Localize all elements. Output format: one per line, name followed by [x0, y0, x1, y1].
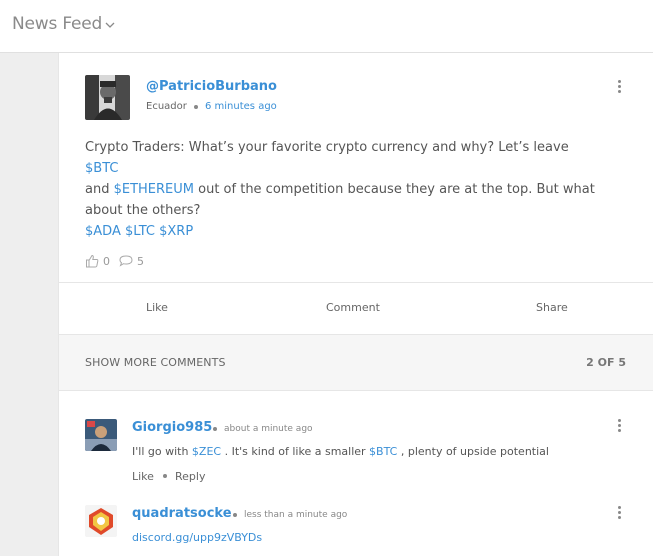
- comment-text-part: , plenty of upside potential: [397, 445, 549, 458]
- comments-shown-count: 2 OF 5: [586, 356, 626, 369]
- comment-text-part: I'll go with: [132, 445, 192, 458]
- like-button[interactable]: Like: [146, 301, 168, 314]
- share-button[interactable]: Share: [536, 301, 568, 314]
- avatar[interactable]: [85, 75, 130, 120]
- divider: [59, 282, 653, 283]
- chevron-down-icon[interactable]: [104, 19, 116, 31]
- comment-text-part: . It's kind of like a smaller: [221, 445, 370, 458]
- comment-time: about a minute ago: [224, 424, 313, 434]
- post-author-handle[interactable]: @PatricioBurbano: [146, 79, 277, 94]
- post-text-part: and: [85, 182, 114, 197]
- avatar[interactable]: [85, 419, 117, 451]
- comment-button[interactable]: Comment: [326, 301, 380, 314]
- post-text: Crypto Traders: What’s your favorite cry…: [85, 137, 605, 242]
- show-more-comments-bar: SHOW MORE COMMENTS 2 OF 5: [59, 335, 653, 390]
- comment-text: I'll go with $ZEC . It's kind of like a …: [132, 445, 549, 458]
- feed-title[interactable]: News Feed: [12, 14, 102, 34]
- comment-icon[interactable]: [119, 254, 133, 268]
- post-card: @PatricioBurbano Ecuador 6 minutes ago C…: [58, 53, 653, 556]
- likes-count: 0: [103, 255, 110, 268]
- comment-options-icon[interactable]: [616, 506, 622, 520]
- hashtag-link[interactable]: $ZEC: [192, 445, 221, 458]
- separator-dot: [163, 474, 167, 478]
- avatar[interactable]: [85, 505, 117, 537]
- hashtag-link[interactable]: $XRP: [159, 224, 193, 239]
- comment-time: less than a minute ago: [244, 510, 348, 520]
- top-bar: News Feed: [0, 0, 653, 53]
- divider: [59, 390, 653, 391]
- comment-reply-button[interactable]: Reply: [175, 470, 205, 483]
- comment-author-name[interactable]: quadratsocke: [132, 506, 232, 521]
- show-more-comments-button[interactable]: SHOW MORE COMMENTS: [85, 356, 226, 369]
- separator-dot: [213, 427, 217, 431]
- comment-options-icon[interactable]: [616, 419, 622, 433]
- hashtag-link[interactable]: $ADA: [85, 224, 121, 239]
- separator-dot: [233, 513, 237, 517]
- post-author-country: Ecuador: [146, 101, 187, 112]
- hashtag-link[interactable]: $BTC: [85, 161, 118, 176]
- thumbs-up-icon[interactable]: [85, 254, 99, 268]
- comment-author-name[interactable]: Giorgio985: [132, 420, 212, 435]
- hashtag-link[interactable]: $LTC: [125, 224, 155, 239]
- comment-like-button[interactable]: Like: [132, 470, 154, 483]
- post-options-icon[interactable]: [616, 80, 622, 94]
- comments-count: 5: [137, 255, 144, 268]
- post-time[interactable]: 6 minutes ago: [205, 101, 277, 112]
- post-text-part: Crypto Traders: What’s your favorite cry…: [85, 140, 569, 155]
- comment-link[interactable]: discord.gg/upp9zVBYDs: [132, 531, 262, 544]
- separator-dot: [194, 105, 198, 109]
- hashtag-link[interactable]: $ETHEREUM: [114, 182, 194, 197]
- hashtag-link[interactable]: $BTC: [369, 445, 397, 458]
